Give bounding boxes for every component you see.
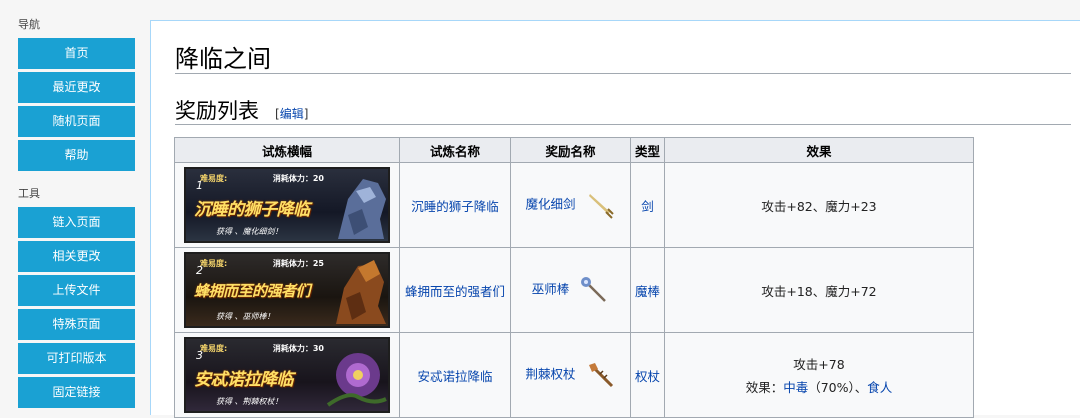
reward-name-link[interactable]: 魔化细剑 [526, 197, 576, 212]
flower-monster-art [326, 353, 387, 407]
banner-difficulty-label: 难易度: [200, 259, 228, 268]
table-row: 难易度: 消耗体力：30 3 安忒诺拉降临 获得 、荆棘权杖！ 安忒诺拉降临 荆… [174, 332, 974, 418]
trial-name-cell: 蜂拥而至的强者们 [399, 247, 511, 333]
type-cell: 剑 [630, 162, 665, 248]
trial-name-cell: 沉睡的狮子降临 [399, 162, 511, 248]
banner-stamina: 消耗体力：20 [272, 174, 324, 183]
header-reward-name: 奖励名称 [510, 137, 631, 163]
banner-title: 沉睡的狮子降临 [194, 200, 310, 220]
banner-subtitle: 获得 、巫师棒！ [216, 312, 275, 321]
banner-cell: 难易度: 消耗体力：25 2 蜂拥而至的强者们 获得 、巫师棒！ [174, 247, 400, 333]
type-link[interactable]: 权杖 [635, 369, 660, 384]
sidebar: 导航 首页 最近更改 随机页面 帮助 工具 链入页面 相关更改 上传文件 特殊页… [0, 0, 150, 414]
page-title: 降临之间 [175, 45, 271, 73]
banner-difficulty-label: 难易度: [200, 344, 228, 353]
banner-difficulty: 1 [196, 179, 203, 192]
banner-difficulty: 2 [196, 264, 203, 277]
nav-item-help[interactable]: 帮助 [18, 140, 135, 171]
tool-related-changes[interactable]: 相关更改 [18, 241, 135, 272]
nav-item-random-page[interactable]: 随机页面 [18, 106, 135, 137]
table-row: 难易度: 消耗体力：20 1 沉睡的狮子降临 获得 、魔化细剑！ 沉睡的狮子降临… [174, 162, 974, 248]
banner-cell: 难易度: 消耗体力：30 3 安忒诺拉降临 获得 、荆棘权杖！ [174, 332, 400, 418]
lion-monster-art [338, 179, 386, 239]
tool-permanent-link[interactable]: 固定链接 [18, 377, 135, 408]
type-cell: 魔棒 [630, 247, 665, 333]
edit-link[interactable]: 编辑 [280, 107, 304, 121]
reward-name-link[interactable]: 荆棘权杖 [526, 367, 576, 382]
trial-name-link[interactable]: 沉睡的狮子降临 [411, 199, 499, 214]
header-effect: 效果 [664, 137, 974, 163]
trial-banner[interactable]: 难易度: 消耗体力：25 2 蜂拥而至的强者们 获得 、巫师棒！ [184, 252, 390, 328]
reward-name-cell: 魔化细剑 [510, 162, 631, 248]
effect-poison-link[interactable]: 中毒 [783, 380, 808, 395]
table-header-row: 试炼横幅 试炼名称 奖励名称 类型 效果 [174, 137, 974, 163]
thorn-staff-icon[interactable] [586, 360, 616, 390]
banner-subtitle: 获得 、荆棘权杖！ [216, 397, 283, 406]
banner-difficulty-label: 难易度: [200, 174, 228, 183]
banner-stamina: 消耗体力：30 [272, 344, 324, 353]
trial-name-cell: 安忒诺拉降临 [399, 332, 511, 418]
tool-special-pages[interactable]: 特殊页面 [18, 309, 135, 340]
nav-heading: 导航 [18, 18, 40, 31]
wizard-rod-icon[interactable] [579, 275, 609, 305]
rewards-table: 试炼横幅 试炼名称 奖励名称 类型 效果 难易度: 消耗体力：20 1 沉睡的狮… [174, 137, 974, 418]
type-link[interactable]: 剑 [641, 199, 654, 214]
trial-banner[interactable]: 难易度: 消耗体力：30 3 安忒诺拉降临 获得 、荆棘权杖！ [184, 337, 390, 413]
banner-cell: 难易度: 消耗体力：20 1 沉睡的狮子降临 获得 、魔化细剑！ [174, 162, 400, 248]
reward-name-link[interactable]: 巫师棒 [532, 282, 570, 297]
header-banner: 试炼横幅 [174, 137, 400, 163]
effect-cell: 攻击+78 效果：中毒（70%）、食人 [664, 332, 974, 418]
trial-name-link[interactable]: 安忒诺拉降临 [417, 369, 492, 384]
banner-title: 蜂拥而至的强者们 [194, 282, 311, 300]
rapier-icon[interactable] [586, 190, 616, 220]
effect-line-2: 效果：中毒（70%）、食人 [665, 377, 973, 396]
content-area: 降临之间 奖励列表 [编辑] 试炼横幅 试炼名称 奖励名称 类型 效果 难易度: [150, 20, 1080, 418]
dragon-monster-art [336, 260, 386, 324]
section-divider [175, 124, 1071, 125]
effect-mid: （70%）、 [808, 380, 868, 395]
effect-line-1: 攻击+78 [793, 357, 845, 372]
banner-difficulty: 3 [196, 349, 203, 362]
table-row: 难易度: 消耗体力：25 2 蜂拥而至的强者们 获得 、巫师棒！ 蜂拥而至的强者… [174, 247, 974, 333]
nav-item-home[interactable]: 首页 [18, 38, 135, 69]
reward-name-cell: 巫师棒 [510, 247, 631, 333]
effect-devour-link[interactable]: 食人 [867, 380, 892, 395]
section-heading: 奖励列表 [175, 99, 259, 123]
effect-prefix: 效果： [745, 380, 784, 395]
nav-item-recent-changes[interactable]: 最近更改 [18, 72, 135, 103]
edit-bracket-close: ] [303, 107, 309, 121]
banner-subtitle: 获得 、魔化细剑！ [216, 227, 283, 236]
effect-cell: 攻击+18、魔力+72 [664, 247, 974, 333]
tool-printable-version[interactable]: 可打印版本 [18, 343, 135, 374]
header-trial-name: 试炼名称 [399, 137, 511, 163]
title-divider [175, 73, 1071, 74]
banner-stamina: 消耗体力：25 [272, 259, 324, 268]
type-link[interactable]: 魔棒 [635, 284, 660, 299]
banner-title: 安忒诺拉降临 [194, 370, 294, 390]
trial-name-link[interactable]: 蜂拥而至的强者们 [405, 284, 505, 299]
reward-name-cell: 荆棘权杖 [510, 332, 631, 418]
tools-heading: 工具 [18, 187, 40, 200]
trial-banner[interactable]: 难易度: 消耗体力：20 1 沉睡的狮子降临 获得 、魔化细剑！ [184, 167, 390, 243]
tool-upload-file[interactable]: 上传文件 [18, 275, 135, 306]
tool-what-links-here[interactable]: 链入页面 [18, 207, 135, 238]
header-type: 类型 [630, 137, 665, 163]
edit-section: [编辑] [275, 105, 308, 122]
effect-cell: 攻击+82、魔力+23 [664, 162, 974, 248]
type-cell: 权杖 [630, 332, 665, 418]
